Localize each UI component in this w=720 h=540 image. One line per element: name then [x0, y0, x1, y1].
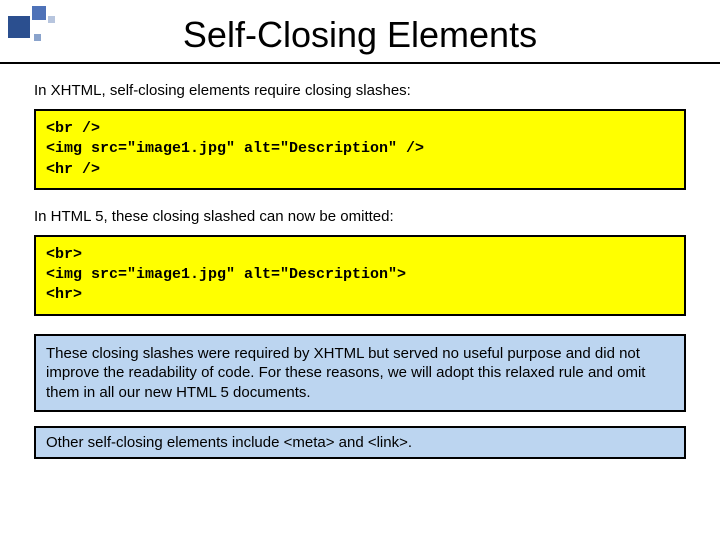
note-other-elements: Other self-closing elements include <met…: [34, 426, 686, 459]
page-title: Self-Closing Elements: [0, 0, 720, 62]
code-block-xhtml: <br /> <img src="image1.jpg" alt="Descri…: [34, 109, 686, 190]
logo-squares: [8, 6, 68, 62]
intro-html5: In HTML 5, these closing slashed can now…: [34, 208, 686, 225]
intro-xhtml: In XHTML, self-closing elements require …: [34, 82, 686, 99]
slide-content: In XHTML, self-closing elements require …: [0, 82, 720, 459]
note-rationale: These closing slashes were required by X…: [34, 334, 686, 413]
title-underline: [0, 62, 720, 64]
code-block-html5: <br> <img src="image1.jpg" alt="Descript…: [34, 235, 686, 316]
